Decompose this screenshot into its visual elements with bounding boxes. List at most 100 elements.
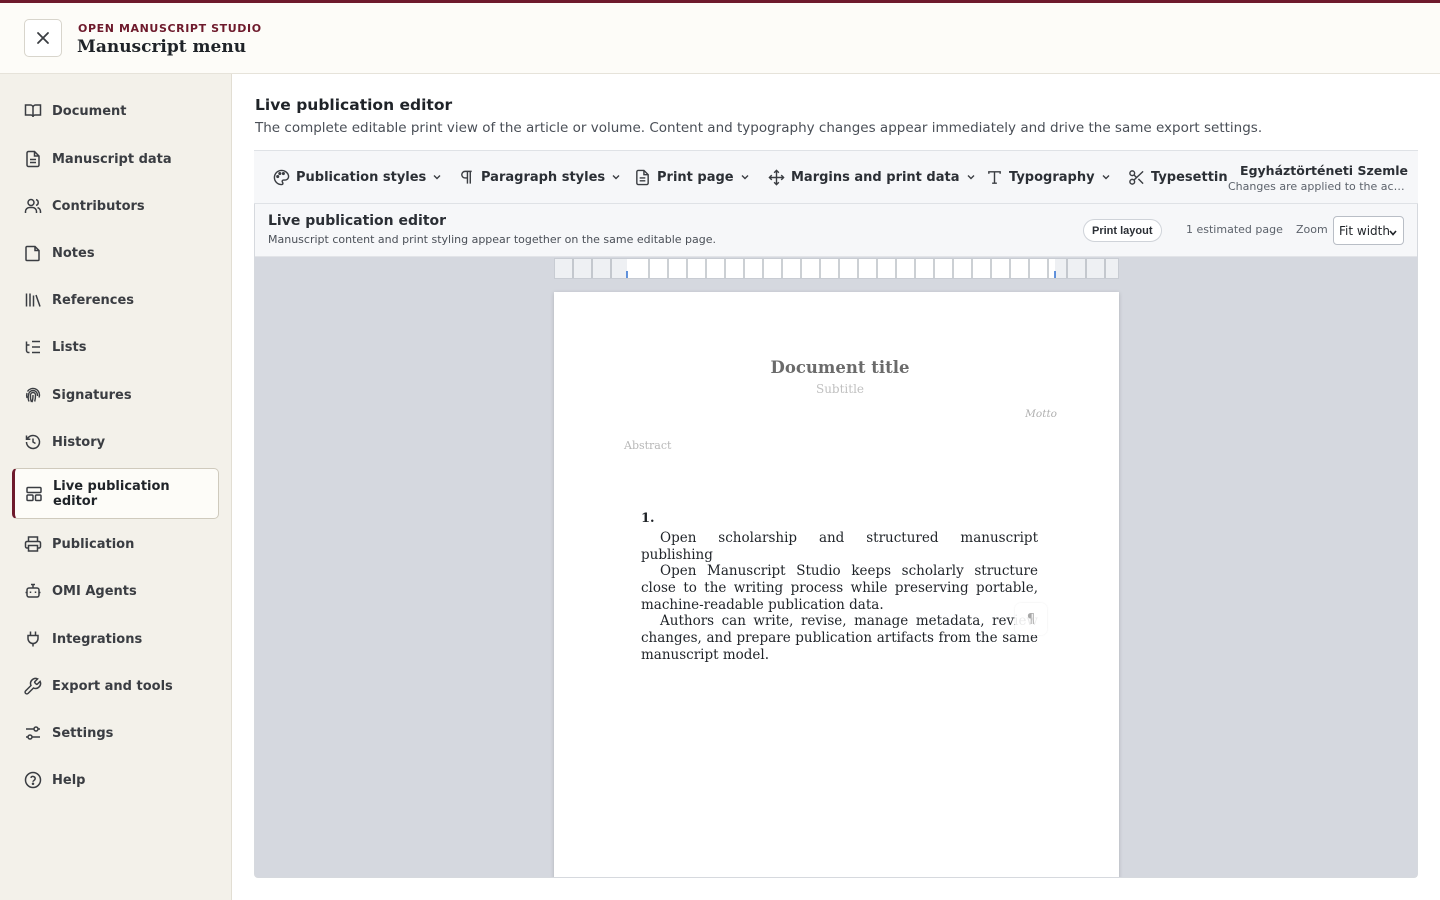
plug-icon	[24, 630, 42, 648]
sidebar-item-label: Manuscript data	[52, 151, 172, 167]
chevron-down-icon	[1101, 172, 1111, 182]
journal-info: Egyháztörténeti Szemle Changes are appli…	[1228, 163, 1408, 193]
sidebar-item-label: References	[52, 292, 135, 308]
file-text-icon	[24, 150, 42, 168]
toolbar-item-label: Paragraph styles	[481, 169, 606, 185]
sidebar-item-lists[interactable]: Lists	[12, 326, 219, 368]
journal-title: Egyháztörténeti Szemle	[1240, 163, 1408, 178]
sidebar-item-label: OMI Agents	[52, 583, 137, 599]
sidebar-item-help[interactable]: Help	[12, 759, 219, 801]
sidebar-item-references[interactable]: References	[12, 279, 219, 321]
sidebar-item-live-publication-editor[interactable]: Live publication editor	[12, 468, 219, 519]
editor-header: Live publication editor Manuscript conte…	[255, 204, 1417, 257]
document-subtitle[interactable]: Subtitle	[554, 382, 1126, 395]
bot-icon	[24, 582, 42, 600]
close-menu-button[interactable]	[24, 19, 62, 57]
page-description: The complete editable print view of the …	[255, 120, 1263, 136]
editor-title: Live publication editor	[268, 213, 447, 229]
help-circle-icon	[24, 771, 42, 789]
body-paragraph[interactable]: Authors can write, revise, manage metada…	[641, 613, 1038, 664]
toolbar-item-label: Typesettin	[1151, 169, 1228, 185]
wrench-icon	[24, 677, 42, 695]
brand-name: OPEN MANUSCRIPT STUDIO	[78, 22, 262, 35]
chevron-down-icon	[611, 172, 621, 182]
estimated-pages: 1 estimated page	[1186, 223, 1283, 236]
sidebar-item-export-and-tools[interactable]: Export and tools	[12, 665, 219, 707]
history-icon	[24, 433, 42, 451]
note-icon	[24, 244, 42, 262]
journal-note: Changes are applied to the acti...	[1228, 180, 1408, 193]
publication-toolbar: Publication styles Paragraph styles Prin…	[254, 150, 1418, 204]
type-icon	[985, 168, 1003, 186]
palette-icon	[272, 168, 290, 186]
sidebar-item-document[interactable]: Document	[12, 90, 219, 132]
menu-title: Manuscript menu	[77, 37, 247, 57]
chevron-down-icon	[1388, 227, 1398, 241]
chevron-down-icon	[740, 172, 750, 182]
sidebar-item-history[interactable]: History	[12, 421, 219, 463]
section-heading-paragraph[interactable]: Open scholarship and structured manuscri…	[641, 530, 1038, 564]
zoom-value: Fit width	[1339, 223, 1390, 238]
sidebar-item-publication[interactable]: Publication	[12, 523, 219, 565]
print-layout-button[interactable]: Print layout	[1083, 219, 1162, 242]
paragraph-mark-button[interactable]: ¶	[1015, 603, 1047, 635]
typography-menu[interactable]: Typography	[985, 151, 1111, 203]
toolbar-item-label: Print page	[657, 169, 734, 185]
margins-and-print-data-menu[interactable]: Margins and print data	[767, 151, 976, 203]
editor-subtitle: Manuscript content and print styling app…	[268, 233, 717, 246]
section-number[interactable]: 1.	[641, 511, 655, 526]
sidebar-item-label: History	[52, 434, 106, 450]
sidebar-item-omi-agents[interactable]: OMI Agents	[12, 570, 219, 612]
sidebar-item-label: Live publication editor	[53, 478, 170, 509]
sidebar-item-label: Publication	[52, 536, 135, 552]
document-title[interactable]: Document title	[554, 358, 1126, 377]
print-page-menu[interactable]: Print page	[633, 151, 750, 203]
sidebar-item-label: Contributors	[52, 198, 145, 214]
document-abstract[interactable]: Abstract	[624, 439, 671, 452]
sidebar: Document Manuscript data Contributors No…	[0, 74, 232, 900]
sliders-icon	[24, 724, 42, 742]
sidebar-item-notes[interactable]: Notes	[12, 232, 219, 274]
sidebar-item-integrations[interactable]: Integrations	[12, 618, 219, 660]
printer-icon	[24, 535, 42, 553]
sidebar-item-label: Integrations	[52, 631, 143, 647]
sidebar-item-manuscript-data[interactable]: Manuscript data	[12, 138, 219, 180]
file-icon	[633, 168, 651, 186]
list-tree-icon	[24, 338, 42, 356]
ruler-ticks	[572, 259, 1106, 278]
typesetting-menu[interactable]: Typesettin	[1127, 151, 1228, 203]
library-icon	[24, 291, 42, 309]
document-motto[interactable]: Motto	[1025, 408, 1057, 420]
zoom-select[interactable]: Fit width	[1333, 216, 1404, 245]
chevron-down-icon	[432, 172, 442, 182]
sidebar-item-label: Settings	[52, 725, 114, 741]
sidebar-item-settings[interactable]: Settings	[12, 712, 219, 754]
sidebar-item-label: Lists	[52, 339, 87, 355]
close-icon	[37, 32, 49, 44]
fingerprint-icon	[24, 386, 42, 404]
zoom-label: Zoom	[1296, 223, 1328, 236]
sidebar-item-contributors[interactable]: Contributors	[12, 185, 219, 227]
live-editor-panel: Live publication editor Manuscript conte…	[254, 204, 1418, 878]
chevron-down-icon	[966, 172, 976, 182]
sidebar-item-label: Signatures	[52, 387, 132, 403]
app-header: OPEN MANUSCRIPT STUDIO Manuscript menu	[0, 3, 1440, 74]
sidebar-item-label: Help	[52, 772, 86, 788]
page-title: Live publication editor	[255, 96, 453, 114]
paragraph-styles-menu[interactable]: Paragraph styles	[457, 151, 621, 203]
print-page[interactable]: Document title Subtitle Motto Abstract 1…	[554, 292, 1119, 877]
sidebar-item-signatures[interactable]: Signatures	[12, 374, 219, 416]
layout-template-icon	[25, 485, 43, 503]
sidebar-item-label: Notes	[52, 245, 95, 261]
horizontal-ruler[interactable]	[554, 258, 1119, 279]
users-icon	[24, 197, 42, 215]
sidebar-item-label: Export and tools	[52, 678, 173, 694]
toolbar-item-label: Margins and print data	[791, 169, 960, 185]
move-icon	[767, 168, 785, 186]
publication-styles-menu[interactable]: Publication styles	[272, 151, 442, 203]
book-open-icon	[24, 102, 42, 120]
body-paragraph[interactable]: Open Manuscript Studio keeps scholarly s…	[641, 563, 1038, 614]
sidebar-item-label: Document	[52, 103, 127, 119]
scissors-icon	[1127, 168, 1145, 186]
pilcrow-icon	[457, 168, 475, 186]
